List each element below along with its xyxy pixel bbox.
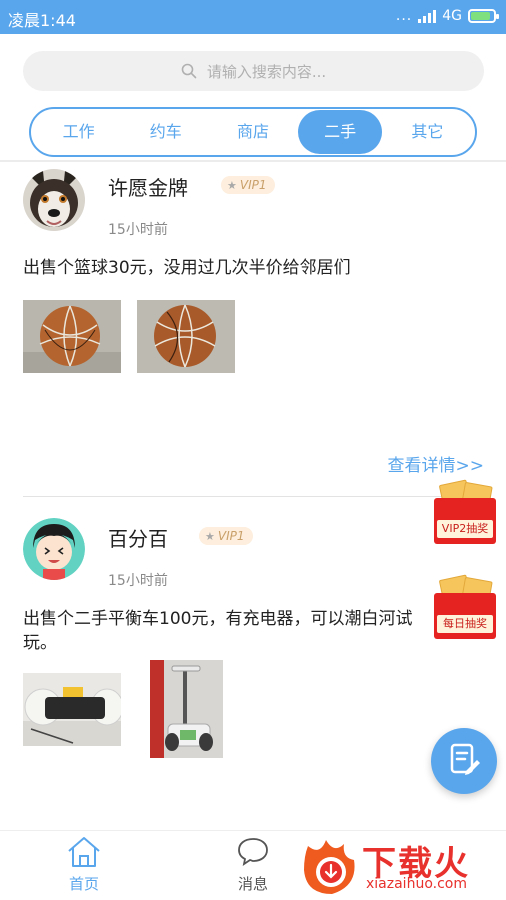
vip-badge: ★ VIP1 bbox=[199, 527, 253, 545]
flame-logo-icon bbox=[300, 836, 360, 900]
watermark: 下载火 xiazaihuo.com bbox=[300, 832, 506, 900]
post-time: 15小时前 bbox=[108, 573, 168, 589]
nav-messages-label: 消息 bbox=[237, 875, 268, 893]
promo-label: 每日抽奖 bbox=[437, 615, 493, 633]
avatar[interactable] bbox=[23, 518, 85, 580]
nav-home-label: 首页 bbox=[68, 875, 99, 893]
daily-lottery-promo[interactable]: 每日抽奖 bbox=[434, 574, 496, 639]
vip2-lottery-promo[interactable]: VIP2抽奖 bbox=[434, 479, 496, 544]
star-icon: ★ bbox=[205, 529, 215, 543]
compose-button[interactable] bbox=[431, 728, 497, 794]
vip-level: VIP1 bbox=[217, 529, 245, 543]
post-photo[interactable] bbox=[150, 660, 223, 758]
chat-bubble-icon bbox=[236, 835, 270, 871]
nav-messages[interactable]: 消息 bbox=[208, 831, 298, 900]
post-card[interactable]: 百分百 ★ VIP1 15小时前 出售个二手平衡车100元，有充电器，可以潮白河… bbox=[0, 0, 506, 800]
promo-label: VIP2抽奖 bbox=[437, 520, 493, 538]
post-photo[interactable] bbox=[23, 673, 121, 746]
home-icon bbox=[66, 835, 102, 873]
edit-note-icon bbox=[446, 741, 482, 781]
post-text: 出售个二手平衡车100元，有充电器，可以潮白河试玩。 bbox=[23, 609, 413, 653]
nav-home[interactable]: 首页 bbox=[39, 831, 129, 900]
username[interactable]: 百分百 bbox=[108, 523, 168, 552]
watermark-domain: xiazaihuo.com bbox=[366, 876, 467, 892]
